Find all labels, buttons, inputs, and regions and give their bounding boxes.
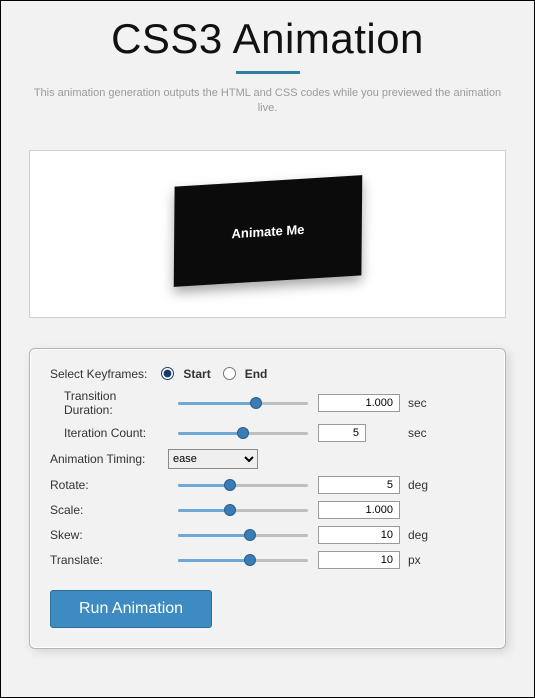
scale-slider[interactable] — [178, 504, 308, 516]
page-subtitle: This animation generation outputs the HT… — [1, 86, 534, 116]
duration-slider[interactable] — [178, 397, 308, 409]
scale-row: Scale: — [50, 501, 485, 519]
keyframe-start-radio[interactable] — [161, 367, 174, 380]
translate-input[interactable] — [318, 551, 400, 569]
iteration-input[interactable] — [318, 424, 366, 442]
title-underline — [236, 71, 300, 74]
animation-settings-panel: Select Keyframes: Start End Transition D… — [29, 348, 506, 649]
scale-label: Scale: — [50, 503, 168, 517]
keyframe-end-label: End — [245, 367, 268, 381]
rotate-label: Rotate: — [50, 478, 168, 492]
iteration-slider[interactable] — [178, 427, 308, 439]
rotate-input[interactable] — [318, 476, 400, 494]
timing-row: Animation Timing: ease — [50, 449, 485, 469]
animate-card: Animate Me — [173, 175, 362, 287]
keyframes-label: Select Keyframes: — [50, 367, 147, 381]
translate-slider[interactable] — [178, 554, 308, 566]
translate-label: Translate: — [50, 553, 168, 567]
iteration-row: Iteration Count: sec — [50, 424, 485, 442]
page-title: CSS3 Animation — [1, 15, 534, 63]
iteration-unit: sec — [408, 426, 427, 440]
duration-input[interactable] — [318, 394, 400, 412]
skew-label: Skew: — [50, 528, 168, 542]
run-animation-button[interactable]: Run Animation — [50, 590, 212, 628]
skew-slider[interactable] — [178, 529, 308, 541]
rotate-row: Rotate: deg — [50, 476, 485, 494]
skew-unit: deg — [408, 528, 428, 542]
translate-unit: px — [408, 553, 421, 567]
timing-select[interactable]: ease — [168, 449, 258, 469]
keyframe-start-label: Start — [183, 367, 210, 381]
rotate-unit: deg — [408, 478, 428, 492]
skew-row: Skew: deg — [50, 526, 485, 544]
skew-input[interactable] — [318, 526, 400, 544]
duration-row: Transition Duration: sec — [50, 389, 485, 417]
duration-label: Transition Duration: — [50, 389, 168, 417]
animate-card-label: Animate Me — [231, 221, 304, 240]
keyframe-row: Select Keyframes: Start End — [50, 367, 485, 381]
keyframe-end-radio[interactable] — [223, 367, 236, 380]
iteration-label: Iteration Count: — [50, 426, 168, 440]
animation-preview: Animate Me — [29, 150, 506, 318]
rotate-slider[interactable] — [178, 479, 308, 491]
translate-row: Translate: px — [50, 551, 485, 569]
scale-input[interactable] — [318, 501, 400, 519]
timing-label: Animation Timing: — [50, 452, 168, 466]
duration-unit: sec — [408, 396, 427, 410]
